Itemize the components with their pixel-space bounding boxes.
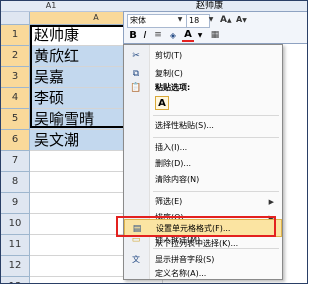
row-header-10[interactable]: 10 <box>1 214 30 235</box>
name-box[interactable]: A1 <box>1 1 101 11</box>
menu-item-clear-contents[interactable]: 清除内容(N) <box>124 171 282 189</box>
row-header-7[interactable]: 7 <box>1 151 30 172</box>
align-center-icon[interactable]: ≡ <box>152 29 164 42</box>
menu-paste-options-header: 📋 粘贴选项: <box>130 83 191 93</box>
clipboard-icon: 📋 <box>130 83 142 93</box>
row-header-4[interactable]: 4 <box>1 88 30 109</box>
row-header-6[interactable]: 6 <box>1 130 30 151</box>
italic-button[interactable]: I <box>140 29 150 42</box>
paste-keep-text-button[interactable]: A <box>155 96 169 110</box>
scissors-icon: ✂ <box>132 51 140 61</box>
font-dropdown-icon[interactable]: ▼ <box>176 14 184 26</box>
borders-icon[interactable]: ▦ <box>208 29 222 42</box>
annotation-highlight-box <box>116 216 276 237</box>
select-all-corner[interactable] <box>1 12 30 24</box>
menu-item-paste-special[interactable]: 选择性粘贴(S)... <box>124 117 282 135</box>
row-header-3[interactable]: 3 <box>1 67 30 88</box>
menu-item-cut[interactable]: ✂ 剪切(T) <box>124 47 282 65</box>
menu-item-define-name[interactable]: 定义名称(A)... <box>124 265 282 283</box>
row-header-8[interactable]: 8 <box>1 172 30 193</box>
bold-button[interactable]: B <box>128 29 138 42</box>
grow-font-icon[interactable]: A▲ <box>220 14 232 26</box>
row-header-11[interactable]: 11 <box>1 235 30 256</box>
context-menu: ✂ 剪切(T) ⧉ 复制(C) 📋 粘贴选项: A 选择性粘贴(S)... 插入… <box>123 44 283 280</box>
row-header-2[interactable]: 2 <box>1 46 30 67</box>
row-header-12[interactable]: 12 <box>1 256 30 277</box>
menu-separator <box>153 191 279 192</box>
menu-separator <box>153 115 279 116</box>
row-header-9[interactable]: 9 <box>1 193 30 214</box>
shrink-font-icon[interactable]: A▼ <box>236 14 247 26</box>
excel-window: A1 赵帅康 A 1 2 3 4 5 6 7 8 9 10 11 12 13 赵… <box>0 0 308 284</box>
row-header-5[interactable]: 5 <box>1 109 30 130</box>
mini-toolbar: 宋体 ▼ 18 ▼ A▲ A▼ B I ≡ ◈ A ▼ ▦ <box>123 11 307 44</box>
fill-color-icon[interactable]: ◈ <box>166 29 180 42</box>
row-header-1[interactable]: 1 <box>1 25 30 46</box>
formula-input[interactable]: 赵帅康 <box>196 1 296 11</box>
row-header-13[interactable]: 13 <box>1 277 30 283</box>
size-dropdown-icon[interactable]: ▼ <box>207 14 215 26</box>
font-color-dropdown-icon[interactable]: ▼ <box>196 29 204 42</box>
font-color-button[interactable]: A <box>182 29 194 42</box>
menu-separator <box>153 137 279 138</box>
